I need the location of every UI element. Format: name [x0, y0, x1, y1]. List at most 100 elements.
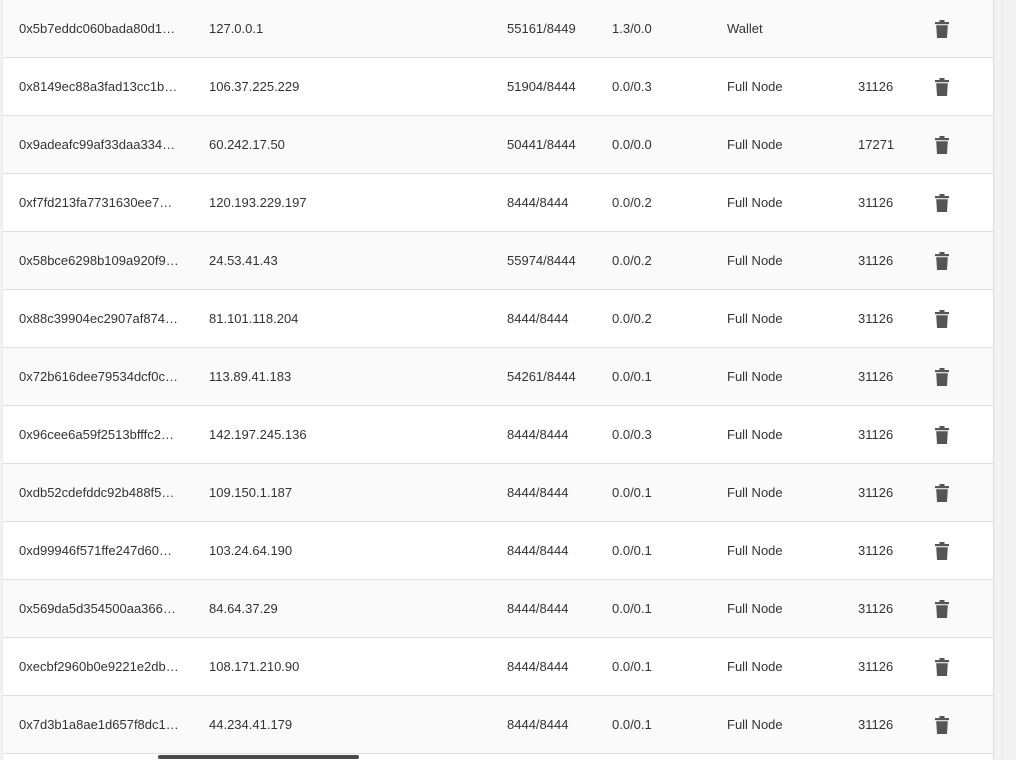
- vertical-scroll-track[interactable]: [1002, 0, 1003, 759]
- connection-row: 0xecbf2960b0e9221e2db… 108.171.210.90 84…: [3, 638, 993, 696]
- connection-type-cell: Full Node: [727, 253, 783, 268]
- node-id-cell: 0xdb52cdefddc92b488f5…: [19, 485, 175, 500]
- delete-connection-button[interactable]: [929, 74, 955, 100]
- ports-cell: 51904/8444: [507, 79, 576, 94]
- node-id-cell: 0x96cee6a59f2513bfffc2…: [19, 427, 174, 442]
- up-down-cell: 0.0/0.3: [612, 79, 652, 94]
- delete-trash-icon: [935, 484, 949, 502]
- delete-connection-button[interactable]: [929, 190, 955, 216]
- connection-row: 0x569da5d354500aa366… 84.64.37.29 8444/8…: [3, 580, 993, 638]
- delete-connection-button[interactable]: [929, 480, 955, 506]
- ports-cell: 55161/8449: [507, 21, 576, 36]
- delete-trash-icon: [935, 136, 949, 154]
- up-down-cell: 0.0/0.1: [612, 543, 652, 558]
- ports-cell: 8444/8444: [507, 601, 569, 616]
- delete-connection-button[interactable]: [929, 16, 955, 42]
- connection-type-cell: Full Node: [727, 543, 783, 558]
- node-id-cell: 0x88c39904ec2907af874…: [19, 311, 179, 326]
- delete-trash-icon: [935, 542, 949, 560]
- connection-row: 0x88c39904ec2907af874… 81.101.118.204 84…: [3, 290, 993, 348]
- connections-table-body: 0x5b7eddc060bada80d1… 127.0.0.1 55161/84…: [3, 0, 993, 754]
- connection-row: 0x5b7eddc060bada80d1… 127.0.0.1 55161/84…: [3, 0, 993, 58]
- ip-address-cell: 44.234.41.179: [209, 717, 293, 732]
- delete-connection-button[interactable]: [929, 306, 955, 332]
- node-id-cell: 0x72b616dee79534dcf0c…: [19, 369, 179, 384]
- height-cell: 31126: [858, 311, 894, 326]
- horizontal-scrollbar-thumb[interactable]: [158, 755, 359, 759]
- connection-type-cell: Full Node: [727, 717, 783, 732]
- height-cell: 31126: [858, 659, 894, 674]
- connection-type-cell: Full Node: [727, 659, 783, 674]
- height-cell: 31126: [858, 601, 894, 616]
- node-id-cell: 0x5b7eddc060bada80d1…: [19, 21, 176, 36]
- delete-connection-button[interactable]: [929, 422, 955, 448]
- up-down-cell: 0.0/0.2: [612, 195, 652, 210]
- delete-connection-button[interactable]: [929, 538, 955, 564]
- height-cell: 31126: [858, 543, 894, 558]
- connections-table: 0x5b7eddc060bada80d1… 127.0.0.1 55161/84…: [3, 0, 994, 760]
- delete-connection-button[interactable]: [929, 596, 955, 622]
- connection-type-cell: Full Node: [727, 369, 783, 384]
- height-cell: 31126: [858, 79, 894, 94]
- delete-trash-icon: [935, 252, 949, 270]
- node-id-cell: 0x569da5d354500aa366…: [19, 601, 176, 616]
- ports-cell: 8444/8444: [507, 543, 569, 558]
- ports-cell: 8444/8444: [507, 485, 569, 500]
- up-down-cell: 0.0/0.1: [612, 717, 652, 732]
- ports-cell: 50441/8444: [507, 137, 576, 152]
- up-down-cell: 0.0/0.0: [612, 137, 652, 152]
- ip-address-cell: 60.242.17.50: [209, 137, 285, 152]
- up-down-cell: 0.0/0.1: [612, 601, 652, 616]
- ip-address-cell: 106.37.225.229: [209, 79, 300, 94]
- up-down-cell: 0.0/0.1: [612, 659, 652, 674]
- height-cell: 17271: [858, 137, 895, 152]
- up-down-cell: 0.0/0.1: [612, 485, 652, 500]
- node-id-cell: 0x58bce6298b109a920f9…: [19, 253, 179, 268]
- delete-connection-button[interactable]: [929, 132, 955, 158]
- delete-trash-icon: [935, 194, 949, 212]
- node-id-cell: 0xf7fd213fa7731630ee7…: [19, 195, 173, 210]
- ports-cell: 8444/8444: [507, 659, 569, 674]
- delete-trash-icon: [935, 368, 949, 386]
- connection-type-cell: Full Node: [727, 601, 783, 616]
- ip-address-cell: 103.24.64.190: [209, 543, 293, 558]
- ip-address-cell: 120.193.229.197: [209, 195, 307, 210]
- delete-trash-icon: [935, 310, 949, 328]
- connection-row: 0x8149ec88a3fad13cc1b… 106.37.225.229 51…: [3, 58, 993, 116]
- ip-address-cell: 142.197.245.136: [209, 427, 307, 442]
- connection-type-cell: Full Node: [727, 311, 783, 326]
- ports-cell: 8444/8444: [507, 427, 569, 442]
- ip-address-cell: 84.64.37.29: [209, 601, 278, 616]
- up-down-cell: 0.0/0.1: [612, 369, 652, 384]
- ip-address-cell: 108.171.210.90: [209, 659, 300, 674]
- height-cell: 31126: [858, 253, 894, 268]
- node-id-cell: 0x7d3b1a8ae1d657f8dc1…: [19, 717, 179, 732]
- delete-trash-icon: [935, 20, 949, 38]
- connection-row: 0x7d3b1a8ae1d657f8dc1… 44.234.41.179 844…: [3, 696, 993, 754]
- delete-connection-button[interactable]: [929, 654, 955, 680]
- connection-type-cell: Wallet: [727, 21, 763, 36]
- node-id-cell: 0xd99946f571ffe247d60…: [19, 543, 173, 558]
- connection-row: 0xd99946f571ffe247d60… 103.24.64.190 844…: [3, 522, 993, 580]
- ports-cell: 8444/8444: [507, 195, 569, 210]
- node-id-cell: 0xecbf2960b0e9221e2db…: [19, 659, 179, 674]
- up-down-cell: 1.3/0.0: [612, 21, 652, 36]
- ip-address-cell: 127.0.0.1: [209, 21, 264, 36]
- ports-cell: 54261/8444: [507, 369, 576, 384]
- ports-cell: 8444/8444: [507, 717, 569, 732]
- delete-trash-icon: [935, 600, 949, 618]
- delete-connection-button[interactable]: [929, 364, 955, 390]
- delete-trash-icon: [935, 78, 949, 96]
- up-down-cell: 0.0/0.2: [612, 253, 652, 268]
- delete-connection-button[interactable]: [929, 712, 955, 738]
- connection-row: 0xdb52cdefddc92b488f5… 109.150.1.187 844…: [3, 464, 993, 522]
- connection-type-cell: Full Node: [727, 427, 783, 442]
- ip-address-cell: 81.101.118.204: [209, 311, 299, 326]
- delete-trash-icon: [935, 716, 949, 734]
- connection-row: 0x9adeafc99af33daa334… 60.242.17.50 5044…: [3, 116, 993, 174]
- height-cell: 31126: [858, 717, 894, 732]
- connection-type-cell: Full Node: [727, 485, 783, 500]
- delete-connection-button[interactable]: [929, 248, 955, 274]
- connection-row: 0x96cee6a59f2513bfffc2… 142.197.245.136 …: [3, 406, 993, 464]
- height-cell: 31126: [858, 427, 894, 442]
